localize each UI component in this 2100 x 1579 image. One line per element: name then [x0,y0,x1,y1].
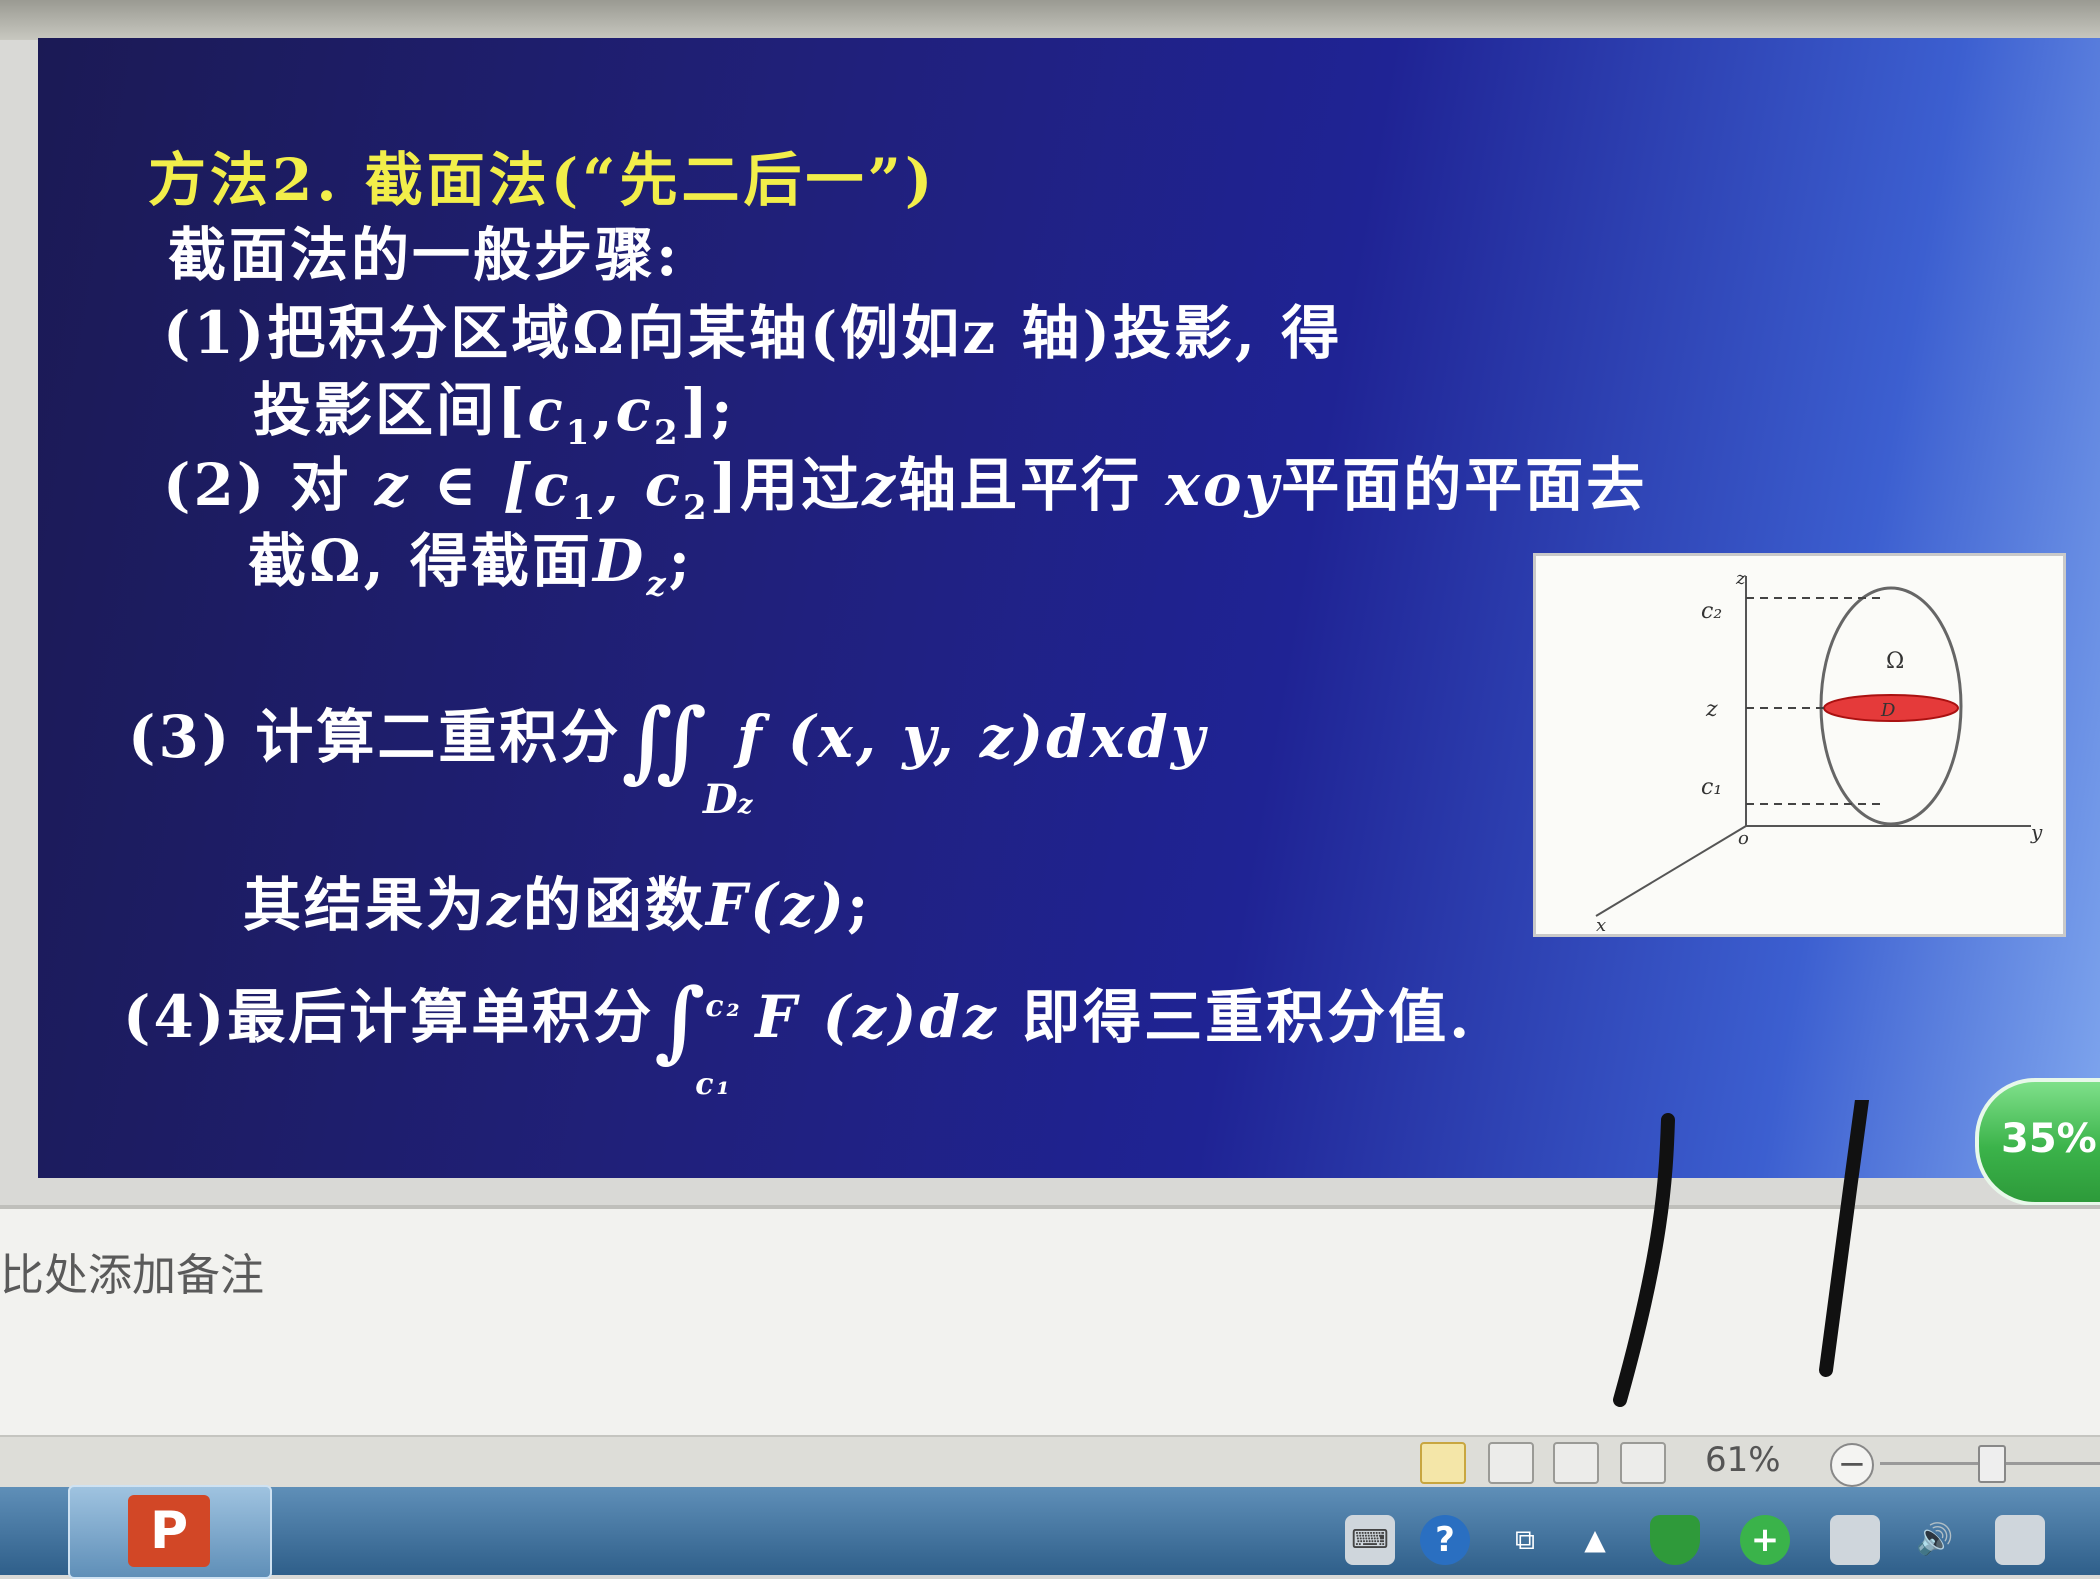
step-2-line-b: 截Ω, 得截面Dz; [248,514,693,604]
pen-strokes [1613,1100,1869,1407]
integral-domain: Dz [703,776,752,823]
step-4-text: 即得三重积分值. [998,983,1473,1051]
label-z-axis: z [1735,568,1746,589]
z-symbol: z [862,451,899,519]
xoy-symbol: xoy [1165,451,1282,519]
notes-placeholder[interactable]: 比处添加备注 [0,1239,264,1303]
slide-title: 方法2. 截面法(“先二后一”) [148,146,937,214]
lower-limit: c₁ [695,1067,733,1102]
bracket: ] [709,451,741,519]
step-2-text: 轴且平行 [898,451,1166,519]
step-2-text: 用过 [740,451,863,519]
show-hidden-icons[interactable]: ▲ [1570,1515,1620,1565]
step-2-prefix: (2) 对 [163,451,375,519]
powerpoint-icon: P [128,1495,210,1567]
stroke-1 [1613,1113,1675,1407]
window-switch-icon[interactable]: ⧉ [1500,1515,1550,1565]
status-bar [0,1435,2100,1487]
step-4-line: (4)最后计算单积分∫ c₂ c₁ F (z)dz 即得三重积分值. [123,968,1473,1102]
c2-symbol: , c [598,451,684,519]
monitor-bezel [0,0,2100,40]
semicolon: ; [668,527,694,595]
D-symbol: D [703,776,738,823]
label-y: y [2030,820,2043,844]
step-1-suffix: ]; [680,376,736,444]
step-2-text: 截Ω, 得截面 [248,527,594,595]
label-c1: c₁ [1701,775,1722,800]
network-icon[interactable] [1830,1515,1880,1565]
reading-view-button[interactable] [1553,1442,1599,1484]
label-origin: o [1738,828,1749,849]
integrand: f (x, y, z)dxdy [736,703,1208,771]
x-axis [1595,825,1747,917]
update-plus-icon[interactable]: + [1740,1515,1790,1565]
progress-badge[interactable]: 35% [1975,1078,2100,1206]
slideshow-view-button[interactable] [1620,1442,1666,1484]
semicolon: ; [846,871,872,939]
help-icon[interactable]: ? [1420,1515,1470,1565]
section-diagram: z c₂ z c₁ Ω D o x y [1533,553,2066,937]
z-symbol: z [487,871,523,939]
D-subscript: z [737,790,753,820]
c1-symbol: c [527,376,566,444]
D-symbol: D [593,527,647,595]
progress-badge-label: 35% [2001,1116,2097,1162]
upper-limit: c₂ [705,989,743,1024]
step-3-text: 其结果为 [243,871,488,939]
slide-canvas[interactable]: 方法2. 截面法(“先二后一”) 截面法的一般步骤: (1)把积分区域Ω向某轴(… [38,38,2100,1178]
label-omega: Ω [1886,649,1904,674]
label-x: x [1596,915,1606,934]
c2-symbol: c [615,376,654,444]
action-center-flag-icon[interactable] [1995,1515,2045,1565]
step-3-line-b: 其结果为z的函数F(z); [243,858,871,942]
step-2-text: 平面的平面去 [1281,451,1648,519]
keyboard-icon[interactable]: ⌨ [1345,1515,1395,1565]
integrand: F (z)dz [755,983,999,1051]
step-4-text: (4)最后计算单积分 [123,983,655,1051]
taskbar-powerpoint-button[interactable]: P [68,1485,272,1579]
zoom-level[interactable]: 61% [1705,1440,1781,1480]
step-3-text: 的函数 [522,871,706,939]
double-integral-sign: ∬ [621,688,709,792]
F-of-z: F(z) [705,871,847,939]
label-c2: c₂ [1701,599,1722,624]
zoom-slider-thumb[interactable] [1978,1445,2006,1483]
integral-sign: ∫ [654,968,706,1072]
normal-view-button[interactable] [1420,1442,1466,1484]
slide-sorter-view-button[interactable] [1488,1442,1534,1484]
volume-icon[interactable]: 🔊 [1910,1515,1960,1565]
label-z: z [1705,697,1718,722]
step-3-text: (3) 计算二重积分 [128,703,622,771]
D-subscript: z [646,564,669,604]
diagram-svg: z c₂ z c₁ Ω D o x y [1595,568,2043,936]
step-1-text: 投影区间[ [253,376,528,444]
step-1-line-a: (1)把积分区域Ω向某轴(例如z 轴)投影, 得 [163,299,1343,367]
security-shield-icon[interactable] [1650,1515,1700,1565]
step-3-line-a: (3) 计算二重积分∬ f (x, y, z)dxdy [128,688,1208,792]
stroke-2 [1819,1100,1869,1377]
zoom-out-button[interactable]: − [1830,1443,1874,1487]
z-in-interval: z ∈ [c [374,451,572,519]
label-D: D [1880,700,1896,721]
steps-heading: 截面法的一般步骤: [168,221,681,289]
